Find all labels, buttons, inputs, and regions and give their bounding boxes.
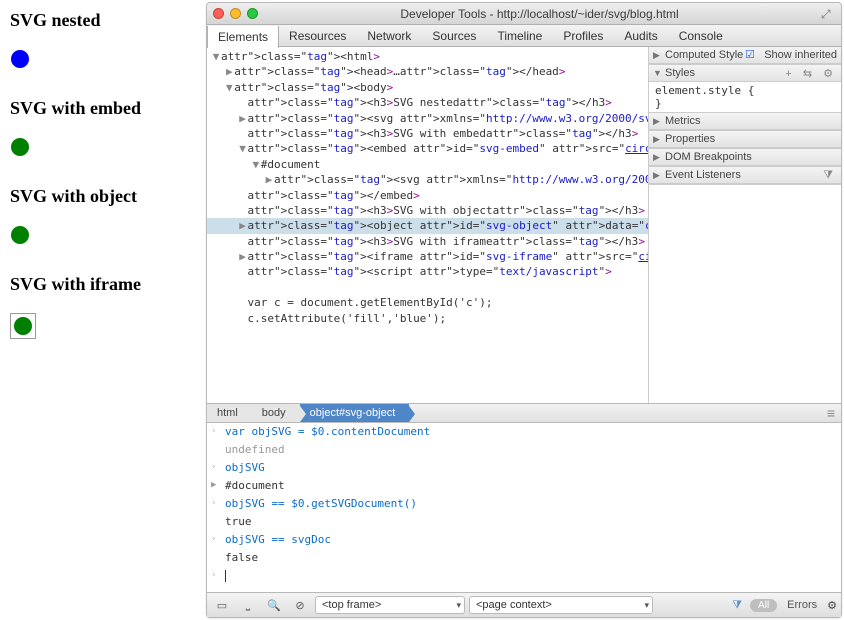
dom-node[interactable]: ▶attr">class="tag"><svg attr">xmlns="htt… [207, 111, 648, 126]
minimize-window-button[interactable] [230, 8, 241, 19]
console-prompt[interactable]: › [207, 567, 841, 585]
crumb-html[interactable]: html [207, 404, 252, 422]
console-panel[interactable]: ›var objSVG = $0.contentDocumentundefine… [207, 423, 841, 593]
console-output-line: ▶#document [207, 477, 841, 495]
console-output-line: false [207, 549, 841, 567]
search-icon[interactable]: 🔍 [263, 596, 285, 614]
show-console-icon[interactable]: ⎵ [237, 596, 259, 614]
dom-node[interactable]: ▼attr">class="tag"><html> [207, 49, 648, 64]
tab-resources[interactable]: Resources [279, 25, 357, 46]
show-inherited-checkbox[interactable]: ☑ [745, 48, 755, 61]
crumb-object-svg-object[interactable]: object#svg-object [300, 404, 410, 422]
close-window-button[interactable] [213, 8, 224, 19]
console-input-line: ›objSVG == $0.getSVGDocument() [207, 495, 841, 513]
console-output-line: true [207, 513, 841, 531]
console-input-line: ›var objSVG = $0.contentDocument [207, 423, 841, 441]
heading-object: SVG with object [10, 186, 190, 207]
expand-icon[interactable]: ⤢ [821, 7, 835, 21]
properties-header[interactable]: ▶Properties [649, 131, 841, 148]
svg-embed-circle [10, 137, 190, 160]
console-input-line: ›objSVG [207, 459, 841, 477]
dom-node[interactable]: ▼attr">class="tag"><body> [207, 80, 648, 95]
dom-node[interactable] [207, 280, 648, 295]
devtools-window: Developer Tools - http://localhost/~ider… [206, 2, 842, 618]
dom-node[interactable]: ▼attr">class="tag"><embed attr">id="svg-… [207, 141, 648, 156]
console-output-line: undefined [207, 441, 841, 459]
tab-elements[interactable]: Elements [207, 26, 279, 48]
dom-node[interactable]: attr">class="tag"><script attr">type="te… [207, 264, 648, 279]
svg-iframe-box [10, 313, 190, 342]
context-select[interactable]: <page context>▾ [469, 596, 653, 614]
tab-sources[interactable]: Sources [422, 25, 487, 46]
heading-iframe: SVG with iframe [10, 274, 190, 295]
dom-node[interactable]: attr">class="tag"><h3>SVG with iframeatt… [207, 234, 648, 249]
dom-node[interactable]: var c = document.getElementById('c'); [207, 295, 648, 310]
dom-node[interactable]: attr">class="tag"><h3>SVG with objectatt… [207, 203, 648, 218]
styles-header[interactable]: ▼Styles + ⇆ ⚙ [649, 65, 841, 82]
tab-audits[interactable]: Audits [614, 25, 668, 46]
window-titlebar[interactable]: Developer Tools - http://localhost/~ider… [207, 3, 841, 25]
dom-node[interactable]: attr">class="tag"></embed> [207, 188, 648, 203]
clear-console-icon[interactable]: ⊘ [289, 596, 311, 614]
frame-select[interactable]: <top frame>▾ [315, 596, 465, 614]
crumb-body[interactable]: body [252, 404, 300, 422]
tab-profiles[interactable]: Profiles [553, 25, 614, 46]
panel-tabbar: ElementsResourcesNetworkSourcesTimelineP… [207, 25, 841, 47]
styles-sidebar: ▶Computed Style ☑ Show inherited ▼Styles… [649, 47, 841, 403]
filter-all-button[interactable]: All [750, 599, 777, 612]
dom-node[interactable]: ▶attr">class="tag"><svg attr">xmlns="htt… [207, 172, 648, 187]
console-input-line: ›objSVG == svgDoc [207, 531, 841, 549]
dom-node[interactable]: ▶attr">class="tag"><object attr">id="svg… [207, 218, 648, 233]
dom-breakpoints-header[interactable]: ▶DOM Breakpoints [649, 149, 841, 166]
gear-icon[interactable]: ⚙ [823, 68, 837, 80]
dock-icon[interactable]: ▭ [211, 596, 233, 614]
dom-tree-panel[interactable]: ▼attr">class="tag"><html> ▶attr">class="… [207, 47, 649, 403]
toggle-state-icon[interactable]: ⇆ [803, 68, 816, 80]
dom-node[interactable]: ▶attr">class="tag"><head>…attr">class="t… [207, 64, 648, 79]
zoom-window-button[interactable] [247, 8, 258, 19]
tab-console[interactable]: Console [669, 25, 734, 46]
dom-node[interactable]: c.setAttribute('fill','blue'); [207, 311, 648, 326]
gear-icon[interactable]: ⚙ [827, 599, 837, 612]
computed-style-header[interactable]: ▶Computed Style ☑ Show inherited [649, 47, 841, 64]
new-style-rule-icon[interactable]: + [785, 68, 795, 80]
svg-nested-circle [10, 49, 190, 72]
dom-node[interactable]: attr">class="tag"><h3>SVG nestedattr">cl… [207, 95, 648, 110]
statusbar: ▭ ⎵ 🔍 ⊘ <top frame>▾ <page context>▾ ⧩ A… [207, 593, 841, 617]
tab-network[interactable]: Network [357, 25, 422, 46]
dom-node[interactable]: ▼#document [207, 157, 648, 172]
metrics-header[interactable]: ▶Metrics [649, 113, 841, 130]
dom-node[interactable]: ▶attr">class="tag"><iframe attr">id="svg… [207, 249, 648, 264]
svg-object-circle [10, 225, 190, 248]
event-listeners-header[interactable]: ▶Event Listeners⧩ [649, 167, 841, 184]
filter-icon[interactable]: ⧩ [732, 599, 742, 612]
heading-nested: SVG nested [10, 10, 190, 31]
window-title: Developer Tools - http://localhost/~ider… [258, 7, 821, 21]
styles-body[interactable]: element.style { } [649, 82, 841, 112]
menu-icon[interactable]: ≡ [827, 405, 835, 421]
dom-node[interactable]: attr">class="tag"><h3>SVG with embedattr… [207, 126, 648, 141]
tab-timeline[interactable]: Timeline [487, 25, 553, 46]
filter-icon[interactable]: ⧩ [823, 169, 837, 181]
rendered-page: SVG nested SVG with embed SVG with objec… [0, 0, 200, 378]
heading-embed: SVG with embed [10, 98, 190, 119]
breadcrumb: htmlbodyobject#svg-object ≡ [207, 403, 841, 423]
filter-errors-button[interactable]: Errors [785, 599, 819, 611]
